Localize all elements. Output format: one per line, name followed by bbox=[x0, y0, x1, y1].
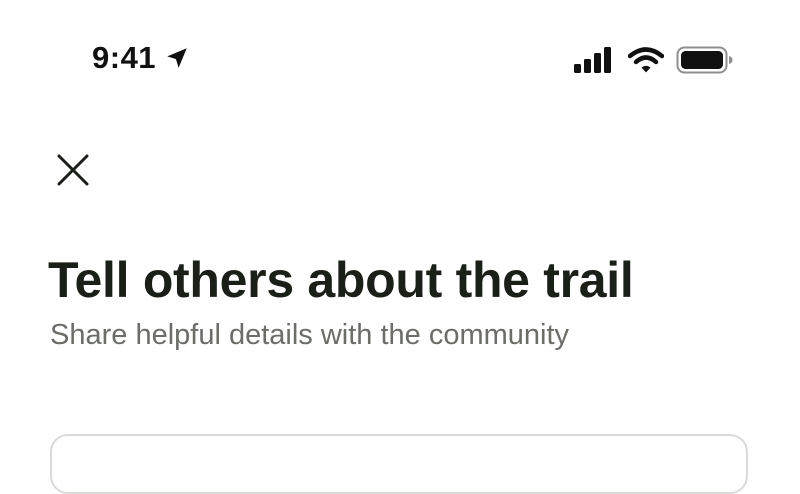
close-icon bbox=[57, 154, 89, 186]
status-bar: 9:41 bbox=[0, 0, 800, 110]
status-icons bbox=[574, 45, 734, 75]
cellular-signal-icon bbox=[574, 46, 614, 74]
status-time: 9:41 bbox=[92, 40, 157, 75]
location-arrow-icon bbox=[164, 45, 190, 71]
battery-icon bbox=[676, 45, 734, 75]
review-input-card[interactable] bbox=[50, 434, 748, 494]
time-group: 9:41 bbox=[92, 42, 190, 73]
wifi-icon bbox=[627, 46, 665, 74]
page-title: Tell others about the trail bbox=[48, 252, 634, 308]
page-subtitle: Share helpful details with the community bbox=[50, 319, 570, 351]
close-button[interactable] bbox=[50, 147, 96, 193]
